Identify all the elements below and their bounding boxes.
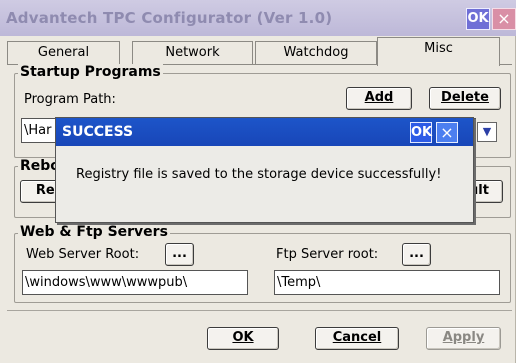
- apply-button-label: Apply: [442, 330, 485, 345]
- title-bar: Advantech TPC Configurator (Ver 1.0) OK …: [0, 0, 516, 36]
- dialog-message: Registry file is saved to the storage de…: [76, 167, 442, 182]
- add-button[interactable]: Add: [346, 87, 412, 110]
- dialog-close-button[interactable]: ×: [436, 122, 458, 143]
- cancel-button[interactable]: Cancel: [315, 327, 399, 350]
- startup-programs-title: Startup Programs: [18, 64, 163, 80]
- close-icon: ×: [497, 9, 511, 28]
- web-root-browse-button[interactable]: ...: [165, 243, 194, 266]
- dialog-ok-button[interactable]: OK: [410, 122, 432, 143]
- apply-button[interactable]: Apply: [426, 327, 501, 350]
- window-ok-button[interactable]: OK: [466, 8, 490, 30]
- window-close-button[interactable]: ×: [492, 8, 516, 30]
- add-button-label: Add: [364, 90, 394, 105]
- program-path-dropdown[interactable]: ▼: [477, 122, 497, 142]
- tab-watchdog[interactable]: Watchdog: [255, 41, 377, 65]
- tab-strip: General Network Watchdog Misc: [7, 37, 512, 66]
- tab-general[interactable]: General: [7, 41, 120, 65]
- cancel-button-label: Cancel: [332, 330, 382, 345]
- footer-separator: [7, 310, 512, 311]
- ftp-server-root-field[interactable]: \Temp\: [274, 270, 500, 295]
- configurator-window: Advantech TPC Configurator (Ver 1.0) OK …: [0, 0, 516, 363]
- web-server-root-field[interactable]: \windows\www\wwwpub\: [22, 270, 248, 295]
- dialog-title-bar: SUCCESS OK ×: [56, 118, 473, 146]
- close-icon: ×: [440, 123, 454, 142]
- delete-button-label: Delete: [441, 90, 489, 105]
- tab-network[interactable]: Network: [132, 41, 253, 65]
- ftp-root-browse-button[interactable]: ...: [402, 243, 431, 266]
- chevron-down-icon: ▼: [482, 125, 492, 138]
- success-dialog: SUCCESS OK × Registry file is saved to t…: [55, 117, 474, 223]
- web-server-root-label: Web Server Root:: [26, 247, 140, 262]
- delete-button[interactable]: Delete: [429, 87, 501, 110]
- ok-button-label: OK: [232, 330, 254, 345]
- ftp-server-root-label: Ftp Server root:: [276, 247, 379, 262]
- dialog-title: SUCCESS: [62, 124, 134, 140]
- program-path-label: Program Path:: [24, 92, 116, 107]
- tab-misc[interactable]: Misc: [377, 37, 500, 66]
- ok-button[interactable]: OK: [207, 327, 279, 350]
- window-title: Advantech TPC Configurator (Ver 1.0): [6, 9, 333, 27]
- servers-group-title: Web & Ftp Servers: [18, 224, 170, 240]
